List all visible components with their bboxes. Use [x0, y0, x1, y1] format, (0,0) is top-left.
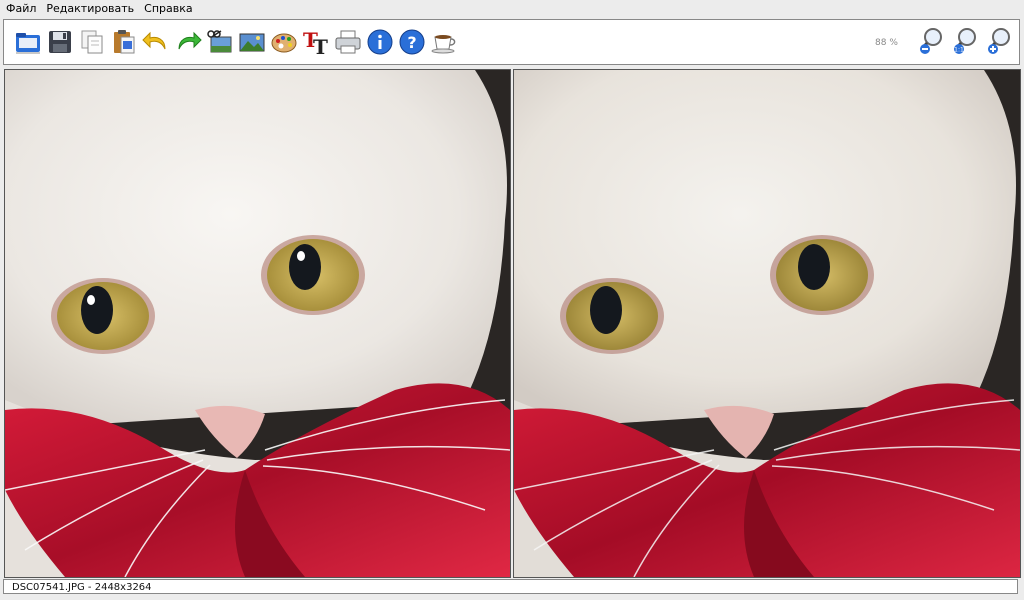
crop-button[interactable]	[204, 26, 236, 58]
palette-button[interactable]	[268, 26, 300, 58]
zoom-reset-icon: 1:1	[953, 28, 976, 54]
zoom-reset-button[interactable]: 1:1	[948, 25, 982, 57]
text-icon: T T	[303, 28, 328, 57]
svg-text:1:1: 1:1	[954, 47, 964, 54]
menu-bar: Файл Редактировать Справка	[0, 0, 1024, 17]
svg-text:?: ?	[407, 33, 416, 52]
toolbar: T T ?	[3, 19, 1020, 65]
coffee-icon	[431, 35, 456, 54]
copy-button[interactable]	[76, 26, 108, 58]
paste-icon	[114, 30, 135, 54]
menu-edit[interactable]: Редактировать	[41, 0, 139, 17]
menu-help[interactable]: Справка	[139, 0, 197, 17]
zoom-in-icon	[987, 28, 1010, 54]
zoom-in-button[interactable]	[982, 25, 1016, 57]
info-icon	[367, 29, 393, 55]
zoom-level-text: 88 %	[875, 38, 898, 48]
image-icon	[239, 33, 265, 52]
redo-icon	[178, 31, 202, 50]
help-icon: ?	[399, 29, 425, 55]
copy-icon	[81, 30, 103, 54]
image-button[interactable]	[236, 26, 268, 58]
menu-file[interactable]: Файл	[0, 0, 41, 17]
undo-button[interactable]	[140, 26, 172, 58]
processed-image-view[interactable]	[513, 69, 1021, 578]
crop-icon	[207, 30, 232, 53]
undo-icon	[142, 31, 166, 50]
cat-photo-original	[5, 70, 510, 577]
status-file-info: DSC07541.JPG - 2448x3264	[12, 582, 152, 593]
print-button[interactable]	[332, 26, 364, 58]
text-button[interactable]: T T	[300, 26, 332, 58]
info-button[interactable]	[364, 26, 396, 58]
svg-text:T: T	[313, 35, 328, 57]
open-button[interactable]	[12, 26, 44, 58]
original-image-view[interactable]	[4, 69, 511, 578]
help-button[interactable]: ?	[396, 26, 428, 58]
redo-button[interactable]	[172, 26, 204, 58]
palette-icon	[271, 33, 297, 53]
status-bar: DSC07541.JPG - 2448x3264	[3, 579, 1018, 594]
zoom-controls: 1:1	[914, 25, 1016, 57]
cat-photo-processed	[514, 70, 1020, 577]
paste-button[interactable]	[108, 26, 140, 58]
print-icon	[335, 30, 361, 54]
save-icon	[49, 31, 71, 53]
zoom-out-icon	[919, 28, 942, 54]
open-icon	[16, 33, 40, 54]
coffee-button[interactable]	[428, 26, 460, 58]
save-button[interactable]	[44, 26, 76, 58]
zoom-out-button[interactable]	[914, 25, 948, 57]
